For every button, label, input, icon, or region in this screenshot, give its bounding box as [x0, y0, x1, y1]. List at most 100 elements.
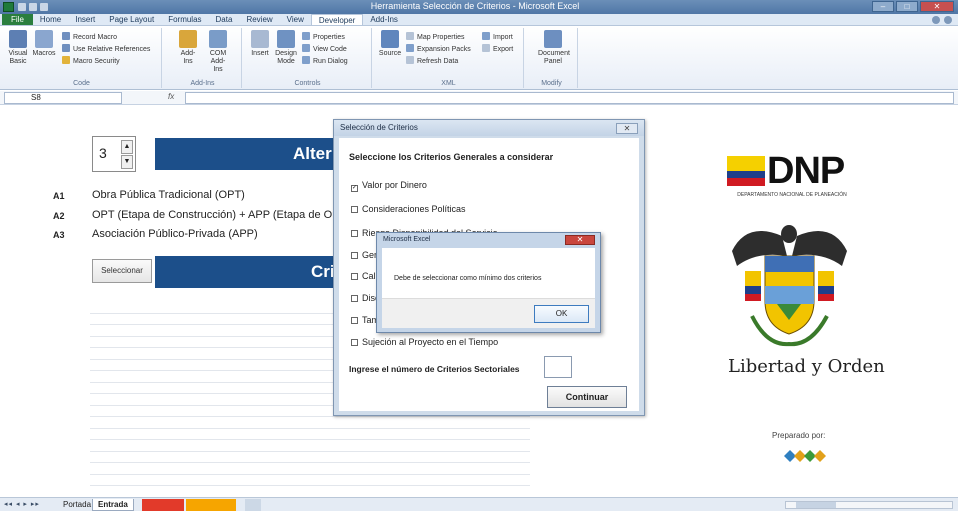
expansion-packs-button[interactable]: Expansion Packs [406, 44, 471, 54]
save-icon[interactable] [18, 3, 26, 11]
formula-input[interactable] [185, 92, 954, 104]
ok-button[interactable]: OK [534, 305, 589, 323]
alternative-id: A2 [53, 211, 65, 221]
sheet-tab-red[interactable] [142, 499, 184, 511]
formula-bar: S8 fx [0, 91, 958, 105]
record-macro-button[interactable]: Record Macro [62, 32, 117, 42]
source-button[interactable]: Source [378, 30, 402, 58]
macro-security-button[interactable]: Macro Security [62, 56, 120, 66]
criterion-checkbox[interactable]: Tam [351, 315, 379, 325]
tab-insert[interactable]: Insert [68, 14, 102, 25]
checkbox-icon[interactable] [351, 317, 358, 324]
checkbox-icon[interactable] [351, 295, 358, 302]
tab-review[interactable]: Review [239, 14, 279, 25]
refresh-icon [406, 56, 414, 64]
relative-references-button[interactable]: Use Relative References [62, 44, 150, 54]
refresh-data-button[interactable]: Refresh Data [406, 56, 458, 66]
properties-button[interactable]: Properties [302, 32, 345, 42]
spinner-value: 3 [99, 145, 107, 161]
group-label-modify: Modify [541, 80, 562, 87]
tab-add-ins[interactable]: Add-Ins [363, 14, 405, 25]
alternative-text: Asociación Público-Privada (APP) [92, 228, 258, 240]
ribbon-help-controls [932, 16, 952, 24]
select-button[interactable]: Seleccionar [92, 259, 152, 283]
alternative-text: OPT (Etapa de Construcción) + APP (Etapa… [92, 209, 339, 221]
com-add-ins-button[interactable]: COM Add-Ins [206, 30, 230, 74]
preparer-logo-icon [784, 450, 826, 462]
relative-references-icon [62, 44, 70, 52]
undo-icon[interactable] [29, 3, 37, 11]
minimize-ribbon-icon[interactable] [932, 16, 940, 24]
dnp-brand: DNP [767, 150, 845, 192]
tab-developer[interactable]: Developer [310, 14, 364, 25]
criterion-checkbox[interactable]: Sujeción al Proyecto en el Tiempo [351, 337, 498, 347]
checkbox-icon[interactable] [351, 252, 358, 259]
insert-function-icon[interactable]: fx [168, 92, 174, 101]
message-box-body: Debe de seleccionar como mínimo dos crit… [382, 248, 595, 328]
group-label-add-ins: Add-Ins [190, 80, 215, 87]
add-ins-button[interactable]: Add-Ins [176, 30, 200, 66]
design-mode-button[interactable]: Design Mode [274, 30, 298, 66]
export-button[interactable]: Export [482, 44, 513, 54]
insert-sheet-icon[interactable] [245, 499, 261, 511]
minimize-button[interactable]: – [872, 1, 894, 12]
tab-data[interactable]: Data [209, 14, 240, 25]
tab-file[interactable]: File [2, 14, 33, 25]
criterion-checkbox[interactable]: Gen [351, 250, 379, 260]
checkbox-icon[interactable] [351, 273, 358, 280]
spinner-up-icon[interactable]: ▲ [121, 140, 133, 154]
document-panel-button[interactable]: Document Panel [538, 30, 570, 66]
criterion-checkbox[interactable]: ✓ Valor por Dinero [351, 180, 427, 192]
checkbox-checked-icon[interactable]: ✓ [351, 185, 358, 192]
name-box[interactable]: S8 [4, 92, 122, 104]
sheet-tab-portada[interactable]: Portada [58, 499, 96, 511]
tab-view[interactable]: View [280, 14, 311, 25]
sheet-tab-entrada[interactable]: Entrada [92, 499, 134, 511]
checkbox-icon[interactable] [351, 230, 358, 237]
record-macro-icon [62, 32, 70, 40]
close-button[interactable]: ✕ [920, 1, 954, 12]
insert-control-button[interactable]: Insert [248, 30, 272, 58]
tab-page-layout[interactable]: Page Layout [102, 14, 161, 25]
group-label-code: Code [73, 80, 90, 87]
view-code-button[interactable]: View Code [302, 44, 347, 54]
alternatives-header: Alter [155, 138, 335, 170]
map-properties-button[interactable]: Map Properties [406, 32, 464, 42]
macros-icon [35, 30, 53, 48]
help-icon[interactable] [944, 16, 952, 24]
continue-button[interactable]: Continuar [547, 386, 627, 408]
sheet-tab-bar: ◂◂ ◂ ▸ ▸▸ Portada Entrada [0, 497, 958, 511]
colombia-flag-icon [727, 156, 765, 186]
checkbox-icon[interactable] [351, 339, 358, 346]
tab-home[interactable]: Home [33, 14, 68, 25]
visual-basic-button[interactable]: Visual Basic [6, 30, 30, 66]
sector-criteria-input[interactable] [544, 356, 572, 378]
dialog-title[interactable]: Selección de Criterios [334, 120, 644, 136]
import-button[interactable]: Import [482, 32, 513, 42]
sheet-nav-arrows[interactable]: ◂◂ ◂ ▸ ▸▸ [4, 500, 40, 508]
run-dialog-button[interactable]: Run Dialog [302, 56, 348, 66]
tab-formulas[interactable]: Formulas [161, 14, 208, 25]
redo-icon[interactable] [40, 3, 48, 11]
dnp-logo: DNP DEPARTAMENTO NACIONAL DE PLANEACIÓN [727, 150, 857, 210]
criterion-checkbox[interactable]: Consideraciones Políticas [351, 204, 466, 214]
dialog-heading: Seleccione los Criterios Generales a con… [349, 152, 554, 162]
properties-icon [302, 32, 310, 40]
group-add-ins: Add-Ins COM Add-Ins Add-Ins [164, 28, 242, 88]
motto-text: Libertad y Orden [728, 356, 885, 377]
maximize-button[interactable]: □ [896, 1, 918, 12]
spinner-down-icon[interactable]: ▼ [121, 155, 133, 169]
macros-button[interactable]: Macros [32, 30, 56, 58]
group-xml: Source Map Properties Expansion Packs Re… [374, 28, 524, 88]
alternatives-spinner[interactable]: 3 ▲ ▼ [92, 136, 136, 172]
sheet-tab-orange[interactable] [186, 499, 236, 511]
dialog-close-button[interactable]: ✕ [616, 123, 638, 134]
group-modify: Document Panel Modify [526, 28, 578, 88]
scrollbar-thumb[interactable] [796, 502, 836, 508]
excel-app-icon[interactable] [3, 2, 14, 12]
checkbox-icon[interactable] [351, 206, 358, 213]
horizontal-scrollbar[interactable] [785, 501, 953, 509]
message-box-close-button[interactable]: ✕ [565, 235, 595, 245]
group-label-xml: XML [441, 80, 456, 87]
criterion-checkbox[interactable]: Cali [351, 271, 378, 281]
